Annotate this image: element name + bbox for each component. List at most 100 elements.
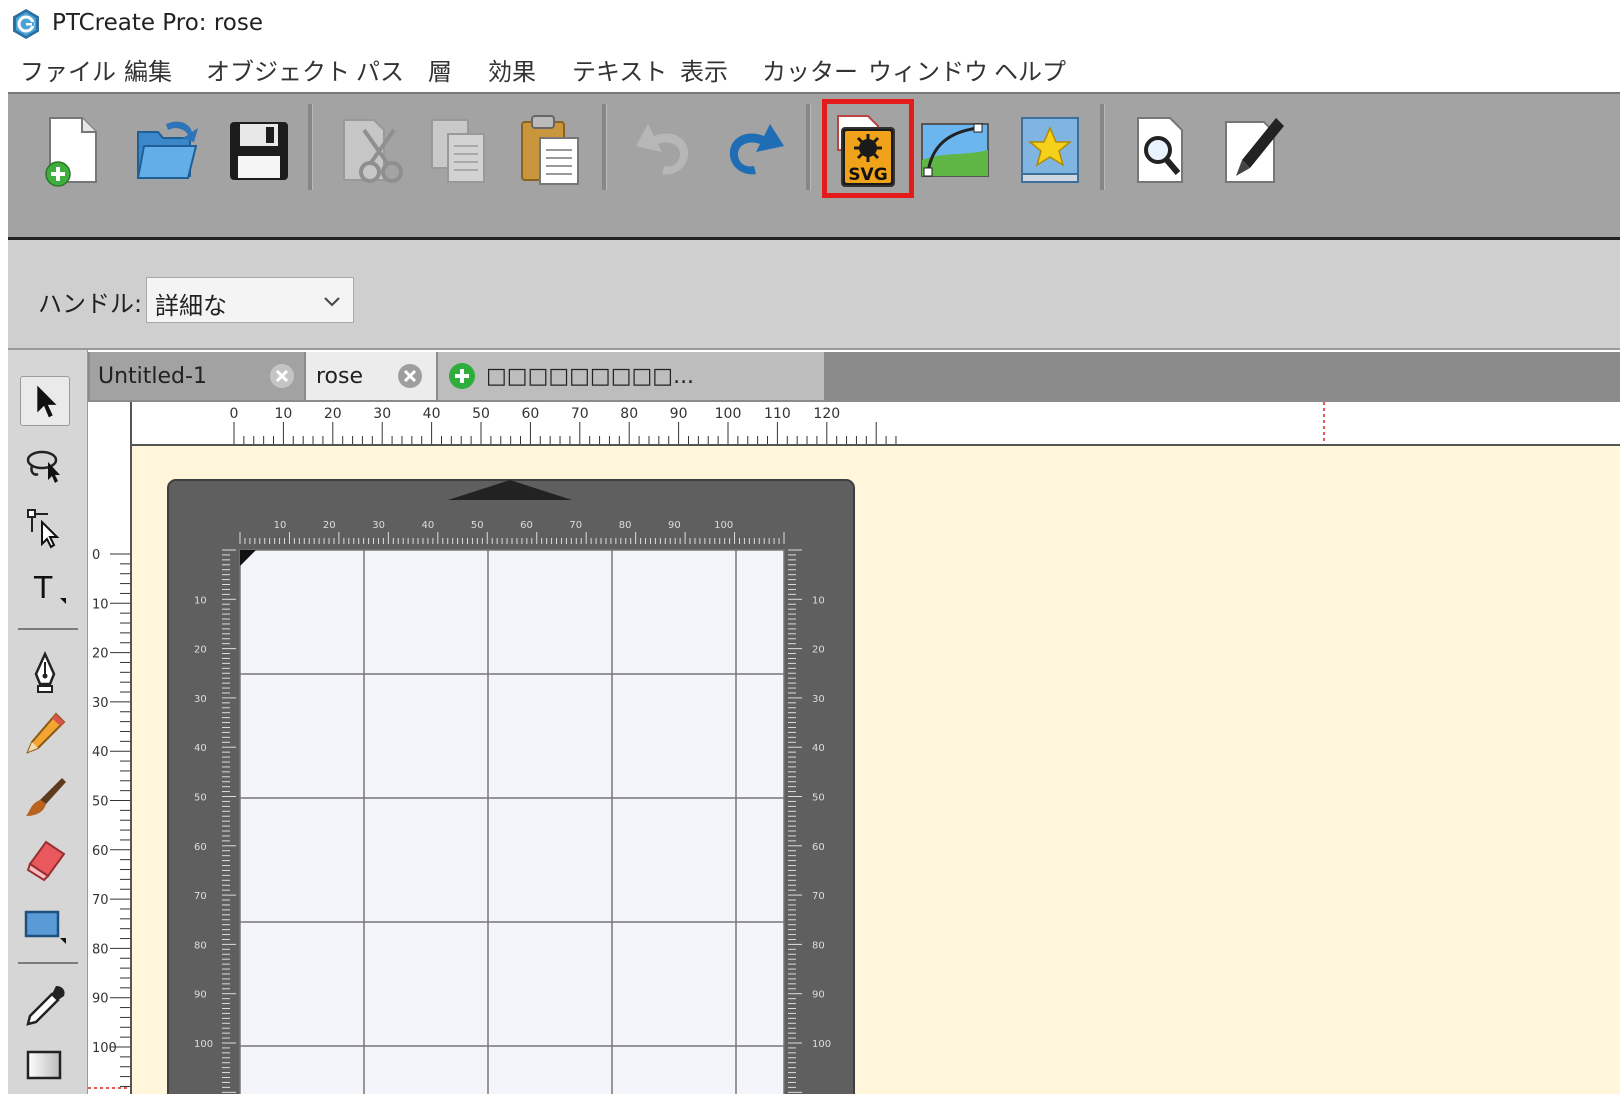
eraser-tool-icon[interactable] — [20, 834, 70, 884]
mat-scale-label: 50 — [812, 793, 825, 804]
cutting-mat[interactable]: 10 20 30 40 50 60 70 80 90 100 10 10 20 20 30 30 40 40 50 5… — [132, 446, 1620, 1094]
tab-label: rose — [316, 364, 364, 389]
tab-label: Untitled-1 — [98, 364, 207, 389]
mat-scale-label: 60 — [812, 842, 825, 853]
mat-scale-label: 90 — [812, 990, 825, 1001]
cut-button[interactable] — [330, 110, 404, 190]
mat-scale-label: 60 — [520, 520, 533, 531]
menu-layer[interactable]: 層 — [428, 52, 452, 87]
trace-image-button[interactable] — [918, 110, 992, 190]
ruler-label: 20 — [92, 647, 109, 662]
menu-help[interactable]: ヘルプ — [994, 52, 1066, 87]
top-ruler-ticks: 0 10 20 30 40 50 60 70 80 90 100 110 120 — [230, 402, 1325, 444]
mat-scale-label: 60 — [194, 842, 207, 853]
close-icon[interactable] — [396, 362, 424, 390]
mat-scale-label: 40 — [422, 520, 435, 531]
ruler-label: 110 — [764, 406, 791, 422]
mat-scale-label: 70 — [812, 891, 825, 902]
menu-cutter[interactable]: カッター — [762, 52, 858, 87]
menu-window[interactable]: ウィンドウ — [868, 52, 988, 87]
left-ruler-ticks: 0 10 20 30 40 50 60 70 80 90 100 — [88, 548, 130, 1089]
ruler-label: 0 — [230, 406, 239, 422]
menu-view[interactable]: 表示 — [680, 52, 728, 87]
menu-object[interactable]: オブジェクト — [206, 52, 350, 87]
menu-text[interactable]: テキスト — [572, 52, 667, 87]
ruler-label: 10 — [274, 406, 292, 422]
menu-path[interactable]: パス — [356, 52, 404, 87]
mat-scale-label: 20 — [812, 645, 825, 656]
mat-scale-label: 90 — [668, 520, 681, 531]
handle-label: ハンドル: — [38, 290, 143, 318]
lasso-tool-icon[interactable] — [20, 440, 70, 490]
mat-cutting-area — [239, 549, 785, 1094]
chevron-down-icon — [324, 297, 340, 307]
app-logo-icon — [13, 9, 39, 39]
handle-select[interactable]: 詳細な — [146, 277, 354, 323]
tab-new-document[interactable]: □□□□□□□□□... — [438, 352, 824, 400]
ruler-label: 30 — [92, 696, 109, 711]
pencil-tool-icon[interactable] — [20, 708, 70, 758]
mat-scale-label: 80 — [194, 940, 207, 951]
tool-separator — [18, 628, 78, 630]
mat-scale-label: 30 — [194, 694, 207, 705]
library-button[interactable] — [1012, 110, 1086, 190]
mat-scale-label: 80 — [619, 520, 632, 531]
mat-scale-label: 40 — [812, 743, 825, 754]
tab-label: □□□□□□□□□... — [486, 364, 695, 389]
mat-scale-label: 20 — [194, 645, 207, 656]
undo-button[interactable] — [626, 110, 700, 190]
mat-scale-label: 10 — [812, 595, 825, 606]
cut-to-cutter-button[interactable] — [1218, 110, 1292, 190]
tab-untitled-1[interactable]: Untitled-1 — [90, 352, 304, 400]
new-document-button[interactable] — [36, 110, 110, 190]
open-button[interactable] — [130, 110, 204, 190]
ruler-label: 60 — [521, 406, 539, 422]
gradient-tool-icon[interactable] — [20, 1042, 70, 1092]
close-icon[interactable] — [268, 362, 296, 390]
ruler-label: 100 — [92, 1041, 117, 1056]
svg-button-highlight — [822, 99, 914, 198]
ruler-label: 70 — [92, 893, 109, 908]
menu-edit[interactable]: 編集 — [124, 52, 172, 87]
mat-scale-label: 30 — [372, 520, 385, 531]
tool-separator — [18, 962, 78, 964]
ruler-label: 80 — [92, 942, 109, 957]
mat-scale-label: 40 — [194, 743, 207, 754]
copy-button[interactable] — [422, 110, 496, 190]
svg-text:T: T — [33, 571, 53, 606]
ruler-label: 40 — [423, 406, 441, 422]
add-icon — [449, 363, 475, 389]
mat-scale-label: 30 — [812, 694, 825, 705]
rectangle-tool-icon[interactable] — [20, 900, 70, 950]
tab-rose[interactable]: rose — [306, 352, 436, 400]
redo-button[interactable] — [718, 110, 792, 190]
mat-scale-label: 100 — [812, 1039, 831, 1050]
ruler-label: 20 — [324, 406, 342, 422]
ruler-label: 90 — [670, 406, 688, 422]
ruler-label: 50 — [92, 795, 109, 810]
text-tool-icon[interactable]: T — [20, 564, 70, 614]
eyedropper-tool-icon[interactable] — [20, 980, 70, 1030]
menu-file[interactable]: ファイル — [20, 52, 116, 87]
mat-scale-label: 90 — [194, 990, 207, 1001]
select-tool-icon[interactable] — [20, 376, 70, 426]
window-title: PTCreate Pro: rose — [52, 10, 264, 36]
toolbar-separator — [308, 104, 313, 190]
mat-scale-label: 50 — [194, 793, 207, 804]
toolbar-separator — [1100, 104, 1105, 190]
pen-tool-icon[interactable] — [20, 648, 70, 698]
toolbar-separator — [602, 104, 607, 190]
ruler-label: 90 — [92, 992, 109, 1007]
preview-button[interactable] — [1124, 110, 1198, 190]
ruler-label: 120 — [813, 406, 840, 422]
brush-tool-icon[interactable] — [20, 772, 70, 822]
menu-effects[interactable]: 効果 — [488, 52, 536, 87]
mat-scale-label: 70 — [569, 520, 582, 531]
ruler-label: 80 — [620, 406, 638, 422]
toolbar-separator — [806, 104, 811, 190]
paste-button[interactable] — [514, 110, 588, 190]
ruler-label: 30 — [373, 406, 391, 422]
mat-scale-label: 10 — [194, 595, 207, 606]
save-button[interactable] — [222, 110, 296, 190]
node-select-tool-icon[interactable] — [20, 502, 70, 552]
